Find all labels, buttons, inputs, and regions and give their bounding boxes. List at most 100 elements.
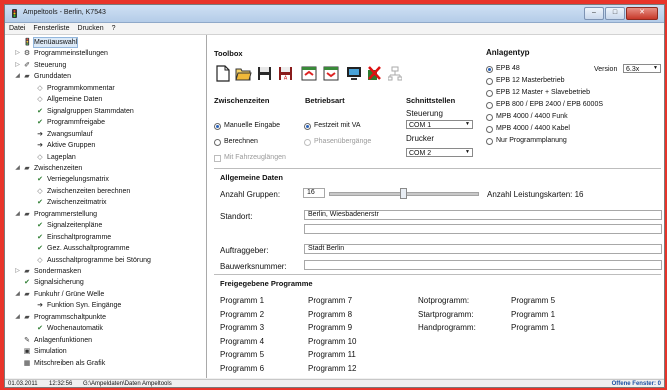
chevron-down-icon: ▼ — [653, 65, 658, 71]
toolbox-title: Toolbox — [214, 49, 243, 58]
program-role-value: Programm 5 — [511, 296, 556, 305]
expand-arrow-icon[interactable]: ▷ — [14, 61, 21, 70]
tree-item-programmerstellung[interactable]: ◢ ▰ Programmerstellung — [15, 210, 97, 219]
tree-item-programmkommentar[interactable]: ◇ Programmkommentar — [36, 84, 114, 93]
tree-item-simulation[interactable]: ▣ Simulation — [23, 347, 67, 356]
tree-item-steuerung[interactable]: ▷ ✐ Steuerung — [15, 61, 66, 70]
tree-item-mitschreiben-als-grafik[interactable]: ▦ Mitschreiben als Grafik — [23, 359, 106, 368]
anzahl-gruppen-slider[interactable] — [329, 188, 479, 199]
radio-anlagentyp-5[interactable] — [486, 126, 493, 133]
upload-icon[interactable] — [300, 64, 317, 83]
tree-item-programmfreigabe[interactable]: ✔ Programmfreigabe — [36, 118, 105, 127]
bauwerksnummer-label: Bauwerksnummer: — [220, 262, 287, 271]
tree-item-ausschaltprogramme-bei-störung[interactable]: ◇ Ausschaltprogramme bei Störung — [36, 256, 151, 265]
tree-item-lageplan[interactable]: ◇ Lageplan — [36, 153, 76, 162]
tree-item-zwischenzeiten[interactable]: ◢ ▰ Zwischenzeiten — [15, 164, 82, 173]
program-item: Programm 4 — [220, 336, 265, 346]
monitor-icon[interactable] — [345, 64, 362, 83]
anzahl-gruppen-field[interactable]: 16 — [303, 188, 325, 198]
simulation-icon: ▣ — [23, 348, 31, 356]
tree-item-verriegelungsmatrix[interactable]: ✔ Verriegelungsmatrix — [36, 175, 109, 184]
tree-item-wochenautomatik[interactable]: ✔ Wochenautomatik — [36, 324, 103, 333]
divider — [214, 168, 661, 169]
folder-icon: ▰ — [24, 313, 30, 321]
tree-item-zwischenzeitmatrix[interactable]: ✔ Zwischenzeitmatrix — [36, 198, 106, 207]
radio-anlagentyp-2[interactable] — [486, 90, 493, 97]
radio-phasenuebergaenge[interactable] — [304, 139, 311, 146]
tree-item-label: Einschaltprogramme — [47, 233, 112, 241]
slider-thumb[interactable] — [400, 188, 407, 199]
menu-drucken[interactable]: Drucken — [74, 23, 108, 34]
standort-field-1[interactable]: Berlin, Wiesbadenerstr — [304, 210, 662, 220]
radio-anlagentyp-6[interactable] — [486, 138, 493, 145]
menu-help[interactable]: ? — [108, 23, 120, 34]
download-icon[interactable] — [322, 64, 339, 83]
tree-item-label: Ausschaltprogramme bei Störung — [47, 256, 151, 264]
status-open-windows: Offene Fenster: 0 — [611, 381, 661, 387]
expand-arrow-icon[interactable]: ▷ — [14, 267, 21, 276]
tree-item-signalsicherung[interactable]: ✔ Signalsicherung — [23, 278, 84, 287]
folder-icon: ▰ — [24, 290, 30, 298]
standort-field-2[interactable] — [304, 224, 662, 234]
tree-item-anlagenfunktionen[interactable]: ✎ Anlagenfunktionen — [23, 336, 92, 345]
tree-item-grunddaten[interactable]: ◢ ▰ Grunddaten — [15, 72, 71, 81]
tree-item-label: Simulation — [34, 348, 67, 356]
tree-item-signalzeitenpläne[interactable]: ✔ Signalzeitenpläne — [36, 221, 102, 230]
radio-manuelle-eingabe[interactable] — [214, 123, 221, 130]
radio-anlagentyp-1[interactable] — [486, 78, 493, 85]
radio-anlagentyp-4[interactable] — [486, 114, 493, 121]
tree-item-funkuhr-grüne-welle[interactable]: ◢ ▰ Funkuhr / Grüne Welle — [15, 290, 104, 299]
checkbox-fahrzeuglaengen[interactable] — [214, 155, 221, 162]
tree-item-zwangsumlauf[interactable]: ➜ Zwangsumlauf — [36, 130, 92, 139]
steuerung-select[interactable]: COM 1 ▼ — [406, 120, 473, 129]
tree-item-signalgruppen-stammdaten[interactable]: ✔ Signalgruppen Stammdaten — [36, 107, 134, 116]
tree-item-gez-ausschaltprogramme[interactable]: ✔ Gez. Ausschaltprogramme — [36, 244, 129, 253]
tree-item-menüauswahl[interactable]: 🚦 Menüauswahl — [23, 37, 79, 48]
program-item: Programm 6 — [220, 364, 265, 373]
label-berechnen: Berechnen — [224, 138, 258, 145]
tree-item-programmeinstellungen[interactable]: ▷ ⚙ Programmeinstellungen — [15, 49, 108, 58]
new-document-icon[interactable] — [214, 64, 231, 83]
tree-item-aktive-gruppen[interactable]: ➜ Aktive Gruppen — [36, 141, 95, 150]
label-anlagentyp-3: EPB 800 / EPB 2400 / EPB 6000S — [496, 101, 604, 108]
bauwerksnummer-field[interactable] — [304, 260, 662, 270]
minimize-button[interactable]: – — [584, 7, 604, 20]
auftraggeber-label: Auftraggeber: — [220, 246, 269, 255]
save-as-icon[interactable]: A — [277, 64, 294, 83]
tree-item-sondermasken[interactable]: ▷ ▰ Sondermasken — [15, 267, 81, 276]
drucker-select[interactable]: COM 2 ▼ — [406, 148, 473, 157]
close-button[interactable]: ✕ — [626, 7, 658, 20]
version-select[interactable]: 6.3x ▼ — [623, 64, 661, 73]
tree-item-label: Signalzeitenpläne — [47, 222, 103, 230]
label-phasenuebergaenge: Phasenübergänge — [314, 138, 372, 145]
collapse-arrow-icon[interactable]: ◢ — [14, 210, 21, 219]
menu-datei[interactable]: Datei — [5, 23, 29, 34]
collapse-arrow-icon[interactable]: ◢ — [14, 164, 21, 173]
auftraggeber-field[interactable]: Stadt Berlin — [304, 244, 662, 254]
chart-icon: ▦ — [23, 359, 31, 367]
save-icon[interactable] — [256, 64, 273, 83]
delete-icon[interactable] — [365, 64, 382, 83]
anzahl-gruppen-label: Anzahl Gruppen: — [220, 190, 281, 199]
tree-item-funktion-syn-eingänge[interactable]: ➜ Funktion Syn. Eingänge — [36, 301, 121, 310]
radio-berechnen[interactable] — [214, 139, 221, 146]
tree-item-zwischenzeiten-berechnen[interactable]: ◇ Zwischenzeiten berechnen — [36, 187, 130, 196]
check-icon: ✔ — [37, 176, 43, 184]
status-bar: 01.03.2011 12:32:56 G:\Ampeldaten\Daten … — [5, 379, 664, 387]
collapse-arrow-icon[interactable]: ◢ — [14, 72, 21, 81]
menu-fensterliste[interactable]: Fensterliste — [29, 23, 73, 34]
open-folder-icon[interactable] — [235, 64, 252, 83]
tree-item-programmschaltpunkte[interactable]: ◢ ▰ Programmschaltpunkte — [15, 313, 106, 322]
tree-item-einschaltprogramme[interactable]: ✔ Einschaltprogramme — [36, 233, 111, 242]
title-bar[interactable]: Ampeltools - Berlin, K7543 – □ ✕ — [5, 5, 664, 23]
collapse-arrow-icon[interactable]: ◢ — [14, 290, 21, 299]
radio-anlagentyp-0[interactable] — [486, 66, 493, 73]
collapse-arrow-icon[interactable]: ◢ — [14, 313, 21, 322]
allgemeine-title: Allgemeine Daten — [220, 173, 283, 182]
maximize-button[interactable]: □ — [605, 7, 625, 20]
radio-festzeit[interactable] — [304, 123, 311, 130]
expand-arrow-icon[interactable]: ▷ — [14, 49, 21, 58]
radio-anlagentyp-3[interactable] — [486, 102, 493, 109]
chevron-down-icon: ▼ — [465, 149, 470, 155]
tree-item-allgemeine-daten[interactable]: ◇ Allgemeine Daten — [36, 95, 102, 104]
